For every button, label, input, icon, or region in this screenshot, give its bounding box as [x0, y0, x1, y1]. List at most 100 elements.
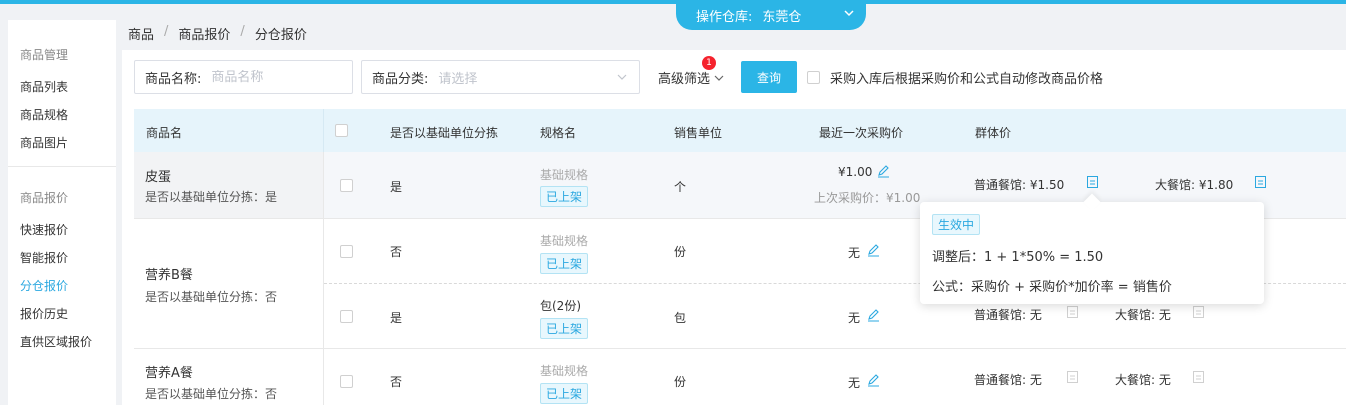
- warehouse-selector[interactable]: 操作仓库: 东莞仓: [676, 0, 866, 30]
- pricing-formula-text: 公式：采购价 + 采购价*加价率 = 销售价: [932, 280, 1172, 295]
- header-split-by-base: 是否以基础单位分拣: [390, 126, 499, 140]
- chevron-down-icon: [714, 75, 724, 81]
- product-name: 营养A餐: [145, 366, 193, 381]
- sidebar-item-quick-quote[interactable]: 快速报价: [8, 221, 68, 238]
- header-spec-name: 规格名: [540, 126, 577, 140]
- row-checkbox[interactable]: [340, 179, 353, 192]
- header-divider: [323, 109, 324, 152]
- breadcrumb: 商品 / 商品报价 / 分仓报价: [128, 24, 307, 43]
- sidebar-item-warehouse-quote[interactable]: 分仓报价: [8, 277, 68, 294]
- document-icon[interactable]: [1086, 175, 1099, 189]
- category-select[interactable]: 商品分类: 请选择: [361, 60, 640, 94]
- product-name-filter: 商品名称:: [134, 60, 353, 94]
- edit-icon[interactable]: [867, 308, 880, 322]
- last-purchase-price: 无: [848, 246, 861, 260]
- price-formula-popover: 生效中 调整后：1 + 1*50% = 1.50 公式：采购价 + 采购价*加价…: [920, 193, 1264, 304]
- table-header: 商品名 是否以基础单位分拣 规格名 销售单位 最近一次采购价 群体价: [134, 109, 1346, 152]
- advanced-filter-toggle[interactable]: 高级筛选: [658, 68, 724, 87]
- header-sale-unit: 销售单位: [674, 126, 723, 140]
- document-icon[interactable]: [1192, 370, 1205, 384]
- sale-unit: 份: [674, 245, 687, 259]
- normal-restaurant-price: 普通餐馆: 无: [974, 308, 1042, 322]
- normal-restaurant-price: 普通餐馆: 无: [974, 373, 1042, 387]
- product-split-info: 是否以基础单位分拣：否: [145, 290, 278, 304]
- split-value: 是: [390, 311, 403, 325]
- last-purchase-price: ¥1.00: [838, 165, 873, 179]
- edit-icon[interactable]: [877, 164, 890, 178]
- sidebar-item-quote-history[interactable]: 报价历史: [8, 305, 68, 322]
- previous-purchase-price: 上次采购价：¥1.00: [814, 191, 921, 205]
- sale-unit: 包: [674, 311, 687, 325]
- product-name: 营养B餐: [145, 268, 193, 283]
- listed-tag-label: 已上架: [540, 383, 589, 404]
- sidebar-item-product-spec[interactable]: 商品规格: [8, 106, 68, 123]
- filter-count-badge: 1: [702, 56, 716, 70]
- large-restaurant-price: 大餐馆: 无: [1115, 308, 1171, 322]
- document-icon[interactable]: [1254, 175, 1267, 189]
- listed-tag-label: 已上架: [540, 186, 589, 207]
- breadcrumb-item[interactable]: 商品报价: [178, 24, 230, 43]
- sale-unit: 份: [674, 375, 687, 389]
- breadcrumb-item: 分仓报价: [254, 28, 307, 43]
- breadcrumb-separator: /: [164, 24, 169, 39]
- listed-tag: 已上架: [540, 318, 589, 339]
- row-checkbox[interactable]: [340, 245, 353, 258]
- document-icon[interactable]: [1192, 305, 1205, 319]
- spec-name: 基础规格: [540, 168, 589, 182]
- category-label: 商品分类:: [372, 71, 429, 87]
- last-purchase-price: 无: [848, 311, 861, 325]
- sidebar-item-product-list[interactable]: 商品列表: [8, 78, 68, 95]
- row-checkbox[interactable]: [340, 375, 353, 388]
- auto-update-label: 采购入库后根据采购价和公式自动修改商品价格: [830, 72, 1104, 87]
- product-name: 皮蛋: [145, 170, 172, 185]
- sidebar-item-direct-region-quote[interactable]: 直供区域报价: [8, 333, 92, 350]
- split-value: 否: [390, 375, 403, 389]
- split-value: 否: [390, 245, 403, 259]
- listed-tag: 已上架: [540, 253, 589, 274]
- query-button[interactable]: 查询: [741, 61, 797, 93]
- header-product-name: 商品名: [146, 126, 183, 140]
- split-value: 是: [390, 180, 403, 194]
- document-icon[interactable]: [1066, 305, 1079, 319]
- spec-name: 基础规格: [540, 234, 589, 248]
- sidebar-item-product-image[interactable]: 商品图片: [8, 134, 68, 151]
- product-split-info: 是否以基础单位分拣：是: [145, 190, 278, 204]
- product-name-label: 商品名称:: [145, 71, 202, 87]
- category-placeholder: 请选择: [438, 71, 478, 87]
- auto-update-checkbox[interactable]: [807, 71, 820, 84]
- edit-icon[interactable]: [867, 373, 880, 387]
- document-icon[interactable]: [1066, 370, 1079, 384]
- sidebar-item-smart-quote[interactable]: 智能报价: [8, 249, 68, 266]
- column-divider: [323, 152, 324, 405]
- product-name-input[interactable]: [211, 69, 332, 85]
- spec-name: 包(2份): [540, 299, 581, 313]
- chevron-down-icon: [617, 74, 627, 80]
- listed-tag: 已上架: [540, 383, 589, 404]
- large-restaurant-price: 大餐馆: 无: [1115, 373, 1171, 387]
- breadcrumb-separator: /: [240, 24, 245, 39]
- large-restaurant-price: 大餐馆: ¥1.80: [1155, 178, 1234, 192]
- chevron-down-icon: [844, 10, 854, 17]
- sidebar-divider: [8, 166, 116, 167]
- warehouse-value: 东莞仓: [762, 9, 802, 25]
- header-last-purchase-price: 最近一次采购价: [819, 126, 904, 140]
- status-badge: 生效中: [932, 214, 981, 235]
- warehouse-label: 操作仓库:: [696, 9, 753, 25]
- listed-tag-label: 已上架: [540, 318, 589, 339]
- listed-tag: 已上架: [540, 186, 589, 207]
- row-checkbox[interactable]: [340, 310, 353, 323]
- breadcrumb-item[interactable]: 商品: [128, 24, 154, 43]
- advanced-filter-label: 高级筛选: [658, 72, 711, 87]
- select-all-checkbox[interactable]: [335, 124, 348, 137]
- auto-update-option: 采购入库后根据采购价和公式自动修改商品价格: [807, 68, 1103, 87]
- sale-unit: 个: [674, 180, 687, 194]
- sidebar-group-title: 商品管理: [20, 48, 69, 62]
- row-divider: [134, 348, 1346, 349]
- spec-name: 基础规格: [540, 364, 589, 378]
- top-accent-bar: [0, 0, 1346, 4]
- adjusted-formula-text: 调整后：1 + 1*50% = 1.50: [932, 250, 1104, 265]
- sidebar: 商品管理 商品列表 商品规格 商品图片 商品报价 快速报价 智能报价 分仓报价 …: [8, 20, 116, 405]
- last-purchase-price: 无: [848, 376, 861, 390]
- edit-icon[interactable]: [867, 243, 880, 257]
- header-group-price: 群体价: [975, 126, 1012, 140]
